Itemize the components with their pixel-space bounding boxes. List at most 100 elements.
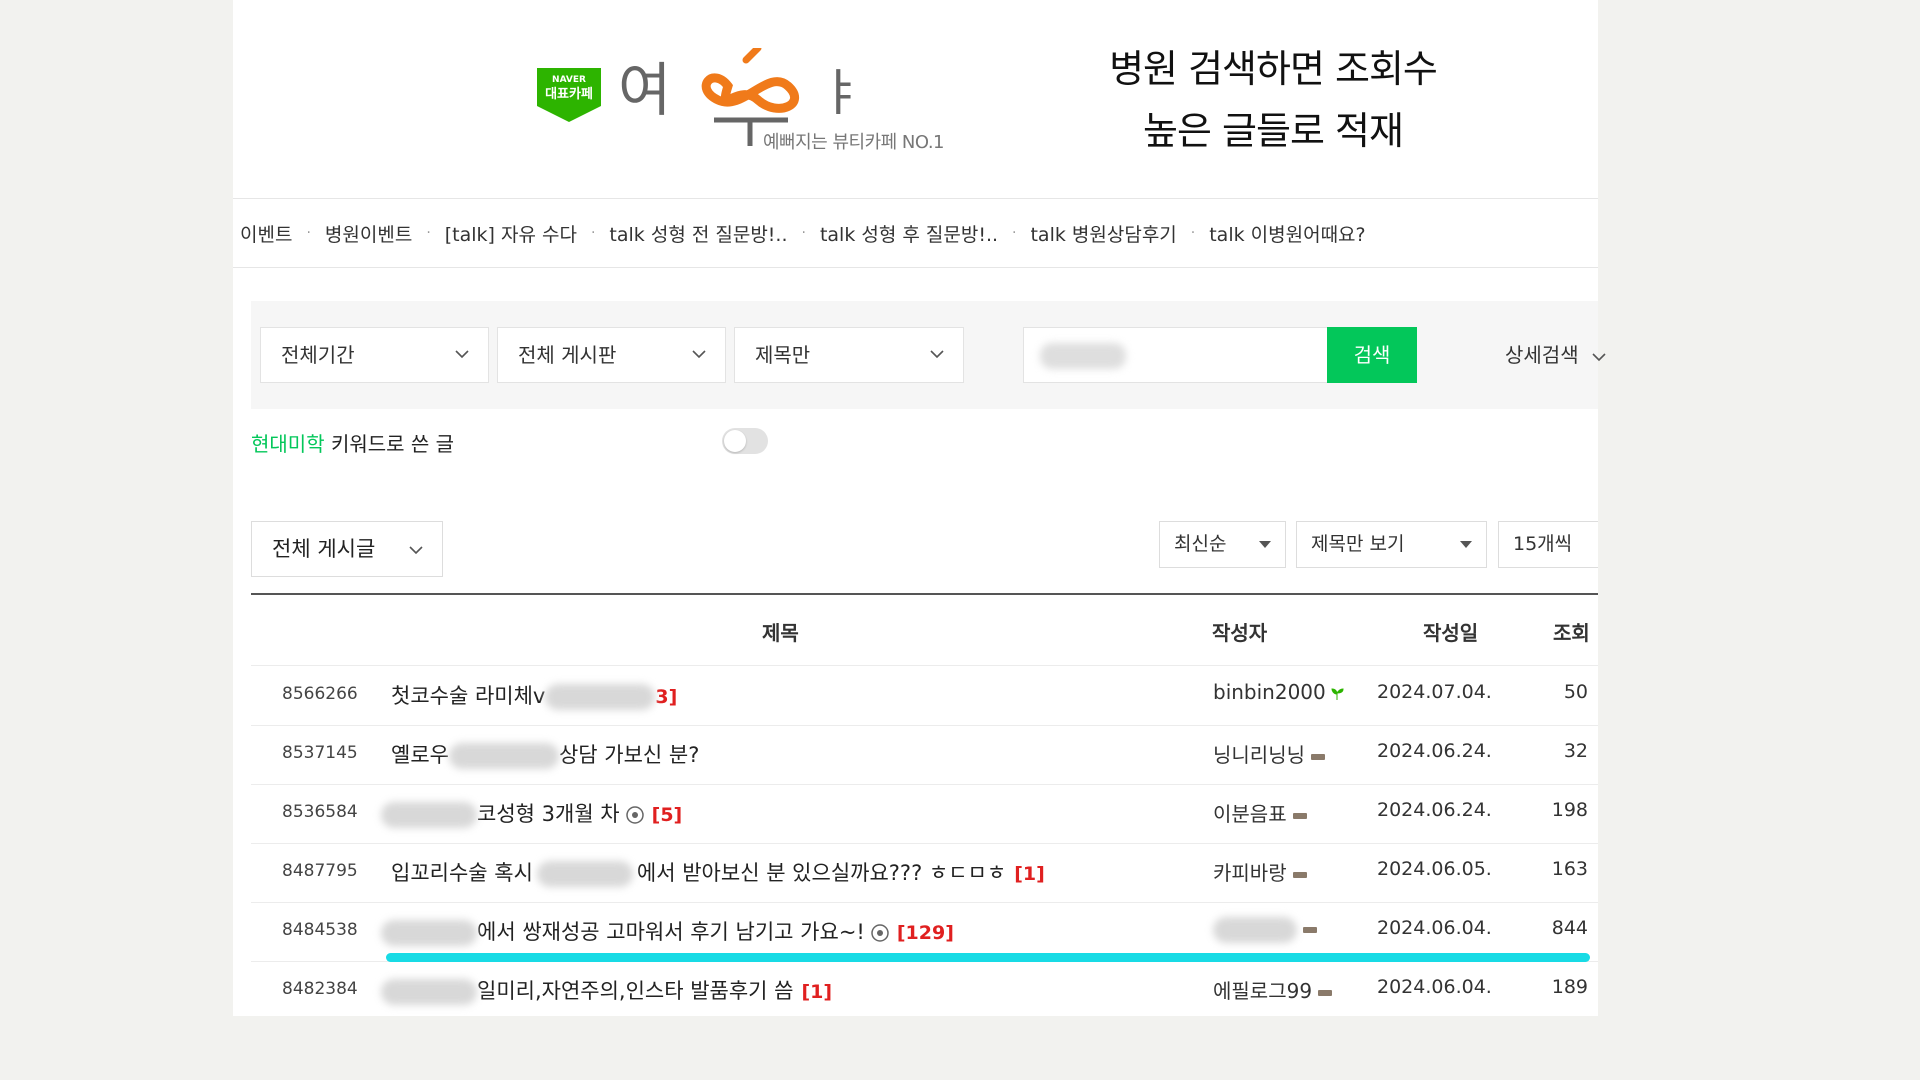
nav-separator: · bbox=[1012, 225, 1017, 241]
post-number: 8484538 bbox=[282, 920, 358, 940]
post-title-pre: 옐로우 bbox=[391, 743, 449, 767]
col-header-date: 작성일 bbox=[1423, 621, 1479, 645]
nav-separator: · bbox=[590, 225, 596, 241]
scope-select[interactable]: 제목만 bbox=[734, 327, 964, 383]
all-posts-label: 전체 게시글 bbox=[272, 537, 376, 561]
camera-icon bbox=[625, 806, 644, 824]
keyword-rest: 키워드로 쓴 글 bbox=[324, 432, 455, 456]
post-views: 163 bbox=[1551, 858, 1588, 880]
post-author[interactable]: 닝니리닝닝 bbox=[1213, 739, 1325, 768]
post-date: 2024.06.04. bbox=[1377, 976, 1492, 998]
svg-text:대표카페: 대표카페 bbox=[545, 87, 593, 102]
table-row: 8566266 첫코수술 라미체v 3] binbin2000 2024.07.0… bbox=[251, 666, 1598, 726]
all-posts-select[interactable]: 전체 게시글 bbox=[251, 521, 443, 577]
post-views: 189 bbox=[1551, 976, 1588, 998]
post-views: 50 bbox=[1563, 681, 1588, 703]
post-title-post: 에서 쌍재성공 고마워서 후기 남기고 가요~! bbox=[477, 920, 865, 944]
redacted-text bbox=[381, 802, 477, 828]
post-date: 2024.06.24. bbox=[1377, 740, 1492, 762]
redacted-text bbox=[545, 684, 656, 710]
redacted-author bbox=[1213, 916, 1297, 943]
scope-select-label: 제목만 bbox=[755, 343, 811, 367]
sort-select[interactable]: 최신순 bbox=[1159, 521, 1286, 568]
highlight-underline bbox=[386, 953, 1590, 962]
search-input[interactable] bbox=[1023, 327, 1345, 383]
comment-count[interactable]: [5] bbox=[652, 804, 683, 826]
redacted-text bbox=[536, 861, 633, 887]
per-page-select-label: 15개씩 bbox=[1513, 533, 1573, 555]
comment-count[interactable]: [1] bbox=[802, 981, 833, 1003]
post-title[interactable]: 코성형 3개월 차 [5] bbox=[381, 798, 682, 828]
period-select-label: 전체기간 bbox=[281, 343, 355, 367]
post-date: 2024.07.04. bbox=[1377, 681, 1492, 703]
chevron-down-icon bbox=[930, 350, 944, 359]
nav-separator: · bbox=[1190, 225, 1196, 241]
nav-item-before-question[interactable]: talk 성형 전 질문방!.. bbox=[609, 220, 787, 247]
post-number: 8487795 bbox=[282, 861, 358, 881]
nav-item-after-question[interactable]: talk 성형 후 질문방!.. bbox=[820, 220, 998, 247]
nav-divider bbox=[233, 267, 1598, 268]
nav-item-hospital-how[interactable]: talk 이병원어때요? bbox=[1209, 220, 1365, 247]
nav-item-event[interactable]: 이벤트 bbox=[240, 220, 292, 247]
comment-count[interactable]: [129] bbox=[897, 922, 954, 944]
nav-item-hospital-event[interactable]: 병원이벤트 bbox=[325, 220, 412, 247]
post-author[interactable] bbox=[1213, 916, 1317, 943]
chevron-down-icon bbox=[692, 350, 706, 359]
redacted-text bbox=[381, 979, 477, 1005]
nav-separator: · bbox=[801, 225, 806, 241]
nav-item-consult-review[interactable]: talk 병원상담후기 bbox=[1030, 220, 1176, 247]
board-select[interactable]: 전체 게시판 bbox=[497, 327, 726, 383]
per-page-select[interactable]: 15개씩 bbox=[1498, 521, 1598, 568]
post-author[interactable]: 카피바랑 bbox=[1213, 857, 1307, 886]
period-select[interactable]: 전체기간 bbox=[260, 327, 489, 383]
author-name: binbin2000 bbox=[1213, 680, 1326, 704]
cafe-header: NAVER 대표카페 여 ㅑ 예뻐지는 뷰티카페 NO.1 병원 검색하면 조회… bbox=[233, 0, 1598, 198]
nav-item-free-talk[interactable]: [talk] 자유 수다 bbox=[445, 220, 577, 247]
nav-separator: · bbox=[426, 225, 431, 241]
view-select[interactable]: 제목만 보기 bbox=[1296, 521, 1487, 568]
comment-count[interactable]: [1] bbox=[1014, 863, 1045, 885]
post-title-post: 일미리,자연주의,인스타 발품후기 씀 bbox=[477, 979, 794, 1003]
post-number: 8482384 bbox=[282, 979, 358, 999]
post-title[interactable]: 에서 쌍재성공 고마워서 후기 남기고 가요~! [129] bbox=[381, 916, 954, 946]
board-nav: 이벤트 · 병원이벤트 · [talk] 자유 수다 · talk 성형 전 질… bbox=[240, 218, 1366, 248]
post-author[interactable]: binbin2000 bbox=[1213, 680, 1344, 704]
post-title[interactable]: 옐로우 상담 가보신 분? bbox=[391, 739, 699, 769]
redacted-text bbox=[381, 920, 477, 946]
post-number: 8566266 bbox=[282, 684, 358, 704]
post-author[interactable]: 에필로그99 bbox=[1213, 975, 1333, 1004]
chevron-down-icon bbox=[455, 350, 469, 359]
col-header-author: 작성자 bbox=[1212, 621, 1268, 645]
logo-subtitle: 예뻐지는 뷰티카페 NO.1 bbox=[763, 132, 945, 153]
post-title-post: 상담 가보신 분? bbox=[558, 743, 700, 767]
post-title-pre: 첫코수술 라미체v bbox=[391, 684, 546, 708]
header-divider bbox=[233, 198, 1598, 199]
search-button[interactable]: 검색 bbox=[1327, 327, 1417, 383]
col-header-title: 제목 bbox=[762, 621, 799, 645]
keyword-toggle[interactable] bbox=[722, 428, 768, 454]
post-author[interactable]: 이분음표 bbox=[1213, 798, 1307, 827]
member-level-icon bbox=[1292, 871, 1307, 878]
cafe-panel: NAVER 대표카페 여 ㅑ 예뻐지는 뷰티카페 NO.1 병원 검색하면 조회… bbox=[233, 0, 1606, 1016]
post-title[interactable]: 일미리,자연주의,인스타 발품후기 씀 [1] bbox=[381, 975, 832, 1005]
nav-separator: · bbox=[306, 225, 311, 241]
post-title[interactable]: 첫코수술 라미체v 3] bbox=[391, 680, 677, 710]
table-row: 8536584 코성형 3개월 차 [5] 이분음표 2024.06.24. 19… bbox=[251, 784, 1598, 844]
advanced-search-button[interactable]: 상세검색 bbox=[1505, 339, 1607, 368]
chevron-down-icon bbox=[409, 546, 423, 555]
post-title[interactable]: 입꼬리수술 혹시 에서 받아보신 분 있으실까요??? ㅎㄷㅁㅎ [1] bbox=[391, 857, 1045, 887]
sort-select-label: 최신순 bbox=[1174, 533, 1227, 555]
search-box: 전체기간 전체 게시판 제목만 검색 상세검색 bbox=[251, 301, 1606, 409]
caption-line-1: 병원 검색하면 조회수 bbox=[1109, 47, 1438, 91]
post-number: 8536584 bbox=[282, 802, 358, 822]
author-name: 닝니리닝닝 bbox=[1213, 743, 1305, 767]
keyword-brand: 현대미학 bbox=[251, 432, 325, 456]
post-views: 844 bbox=[1551, 917, 1588, 939]
post-date: 2024.06.05. bbox=[1377, 858, 1492, 880]
member-level-icon bbox=[1311, 753, 1325, 760]
svg-text:ㅑ: ㅑ bbox=[818, 64, 864, 122]
author-name: 카피바랑 bbox=[1213, 861, 1287, 885]
camera-icon bbox=[871, 924, 889, 942]
caret-down-icon bbox=[1259, 541, 1271, 548]
caret-down-icon bbox=[1460, 541, 1472, 548]
